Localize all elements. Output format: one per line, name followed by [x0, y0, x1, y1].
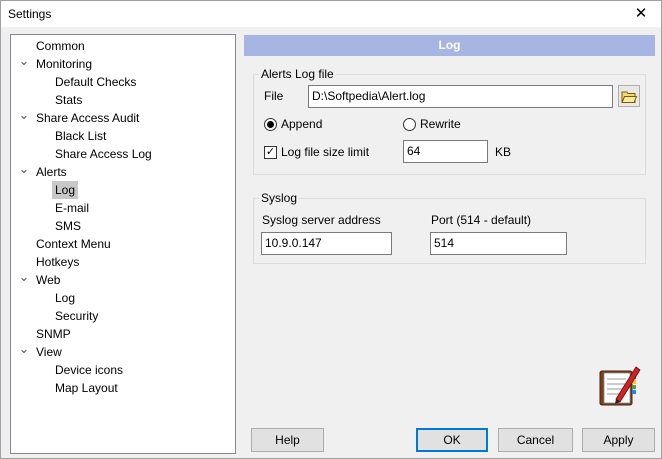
tree-item-label: Log [52, 181, 79, 199]
tree-item[interactable]: ⌄ Share Access Audit [11, 108, 235, 127]
tree-item[interactable]: Black List [11, 127, 235, 145]
alerts-log-group-title: Alerts Log file [259, 67, 336, 81]
cancel-button[interactable]: Cancel [498, 428, 573, 452]
rewrite-radio[interactable] [403, 118, 416, 131]
syslog-port-label: Port (514 - default) [431, 213, 532, 227]
tree-item[interactable]: Common [11, 37, 235, 55]
title-bar: Settings ✕ [1, 1, 661, 27]
rewrite-label: Rewrite [420, 117, 461, 131]
tree-item[interactable]: Log [11, 181, 235, 199]
file-path-input[interactable]: D:\Softpedia\Alert.log [308, 85, 613, 108]
append-label: Append [281, 117, 323, 131]
tree-item[interactable]: Default Checks [11, 73, 235, 91]
tree-item-label: Security [55, 309, 99, 323]
tree-item[interactable]: Log [11, 289, 235, 307]
tree-item-label: Log [55, 291, 76, 305]
browse-button[interactable] [618, 85, 640, 107]
ok-button[interactable]: OK [416, 428, 488, 452]
syslog-group-title: Syslog [259, 191, 300, 205]
tree-item[interactable]: ⌄ View [11, 342, 235, 361]
tree-item-label: Context Menu [36, 237, 111, 251]
tree-item[interactable]: Device icons [11, 361, 235, 379]
tree-item-label: Monitoring [36, 57, 93, 71]
tree-item-label: Alerts [36, 165, 67, 179]
file-label: File [264, 89, 284, 103]
tree-item-label: Map Layout [55, 381, 118, 395]
panel-header: Log [244, 35, 655, 56]
tree-item-label: Share Access Log [55, 147, 152, 161]
tree-item-label: Default Checks [55, 75, 137, 89]
tree-item[interactable]: Share Access Log [11, 145, 235, 163]
tree-item-label: Device icons [55, 363, 124, 377]
folder-open-icon [621, 91, 638, 103]
size-limit-input[interactable]: 64 [403, 140, 488, 163]
tree-item-label: SMS [55, 219, 82, 233]
tree-item[interactable]: SMS [11, 217, 235, 235]
settings-tree[interactable]: Common ⌄ Monitoring Default Checks Stats ⌄ Sha… [10, 34, 236, 454]
tree-item[interactable]: ⌄ Monitoring [11, 54, 235, 73]
help-button[interactable]: Help [251, 428, 324, 452]
tree-item[interactable]: Map Layout [11, 379, 235, 397]
tree-item-label: Hotkeys [36, 255, 80, 269]
tree-item-label: SNMP [36, 327, 71, 341]
tree-item[interactable]: Hotkeys [11, 253, 235, 271]
chevron-down-icon[interactable]: ⌄ [18, 342, 30, 361]
tree-item[interactable]: E-mail [11, 199, 235, 217]
log-book-icon [599, 366, 641, 406]
tree-item-label: E-mail [55, 201, 90, 215]
apply-button[interactable]: Apply [582, 428, 655, 452]
tree-item[interactable]: Security [11, 307, 235, 325]
tree-item-label: Black List [55, 129, 107, 143]
tree-item-label: Common [36, 39, 85, 53]
tree-item[interactable]: Context Menu [11, 235, 235, 253]
window-title: Settings [8, 7, 52, 21]
append-radio[interactable] [264, 118, 277, 131]
tree-item-label: Web [36, 273, 61, 287]
size-limit-checkbox[interactable]: ✓ [264, 146, 277, 159]
size-limit-label: Log file size limit [281, 145, 370, 159]
tree-item-label: View [36, 345, 62, 359]
chevron-down-icon[interactable]: ⌄ [18, 270, 30, 289]
tree-item[interactable]: Stats [11, 91, 235, 109]
chevron-down-icon[interactable]: ⌄ [18, 54, 30, 73]
chevron-down-icon[interactable]: ⌄ [18, 108, 30, 127]
tree-item-label: Stats [55, 93, 83, 107]
close-icon: ✕ [634, 5, 648, 22]
syslog-server-label: Syslog server address [262, 213, 381, 227]
chevron-down-icon[interactable]: ⌄ [18, 162, 30, 181]
tree-item[interactable]: SNMP [11, 325, 235, 343]
size-unit-label: KB [495, 145, 512, 159]
syslog-server-input[interactable]: 10.9.0.147 [261, 232, 392, 255]
settings-window: Settings ✕ Common ⌄ Monitoring Default Chec… [0, 0, 662, 459]
close-button[interactable]: ✕ [621, 1, 661, 27]
tree-item[interactable]: ⌄ Web [11, 270, 235, 289]
syslog-port-input[interactable]: 514 [430, 232, 567, 255]
tree-item-label: Share Access Audit [36, 111, 140, 125]
tree-item[interactable]: ⌄ Alerts [11, 162, 235, 181]
